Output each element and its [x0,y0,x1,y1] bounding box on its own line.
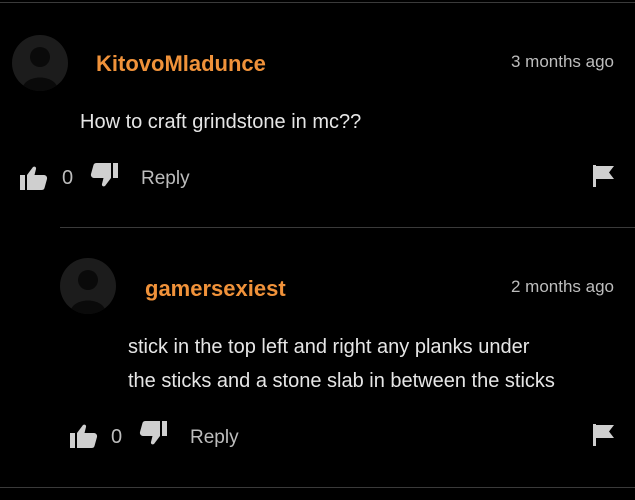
thumbs-down-icon[interactable] [139,421,167,445]
avatar-icon [22,47,58,91]
timestamp: 2 months ago [511,277,615,296]
comment-text: How to craft grindstone in mc?? [80,107,361,137]
comment-text: stick in the top left and right any plan… [128,332,555,396]
flag-icon[interactable] [593,424,615,446]
thumbs-down-icon[interactable] [90,163,118,187]
timestamp: 3 months ago [511,52,615,71]
reply-button[interactable]: Reply [190,427,239,449]
thumbs-up-icon[interactable] [20,166,48,190]
avatar[interactable] [60,258,116,314]
avatar-icon [70,270,106,314]
comment-text-line: How to craft grindstone in mc?? [80,111,362,133]
bottom-divider [0,487,635,488]
comment-text-line: the sticks and a stone slab in between t… [128,370,555,392]
like-count: 0 [62,167,74,189]
reply-button[interactable]: Reply [141,168,190,190]
thumbs-up-icon[interactable] [70,424,98,448]
avatar[interactable] [12,35,68,91]
like-count: 0 [111,426,123,448]
comment-text-line: stick in the top left and right any plan… [128,336,530,358]
reply-divider [60,227,635,228]
flag-icon[interactable] [593,165,615,187]
username[interactable]: KitovoMladunce [96,51,266,77]
top-divider [0,2,635,3]
username[interactable]: gamersexiest [145,276,286,302]
